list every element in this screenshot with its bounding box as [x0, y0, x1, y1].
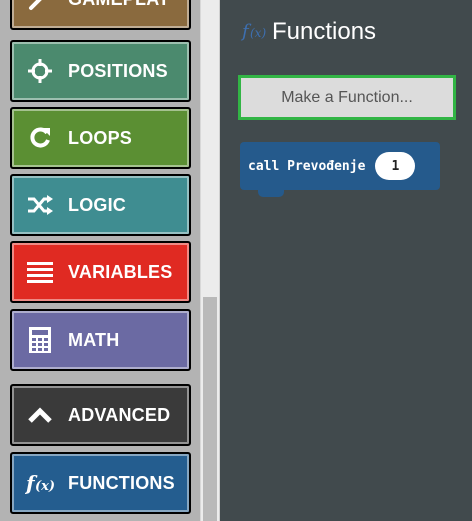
list-lines-icon — [12, 261, 68, 283]
category-sidebar: GAMEPLAY POSITIONS LOOPS — [0, 0, 200, 521]
shuffle-icon — [12, 193, 68, 217]
code-editor-toolbox: GAMEPLAY POSITIONS LOOPS — [0, 0, 472, 521]
category-label: LOOPS — [68, 127, 133, 148]
category-positions[interactable]: POSITIONS — [10, 40, 191, 102]
svg-text:(x): (x) — [35, 479, 55, 494]
category-label: ADVANCED — [68, 404, 171, 425]
flyout-title-text: Functions — [272, 18, 377, 45]
sidebar-scrollbar-thumb[interactable] — [203, 297, 217, 521]
block-connector-notch — [258, 189, 284, 197]
category-logic[interactable]: LOGIC — [10, 174, 191, 236]
call-block-text: call Prevođenje — [248, 158, 366, 174]
calculator-icon — [12, 326, 68, 354]
call-function-block[interactable]: call Prevođenje 1 — [240, 142, 440, 197]
function-icon: f (x) — [240, 17, 270, 47]
category-loops[interactable]: LOOPS — [10, 107, 191, 169]
category-variables[interactable]: VARIABLES — [10, 241, 191, 303]
wrench-icon — [12, 0, 68, 12]
category-label: VARIABLES — [68, 261, 173, 282]
make-function-button[interactable]: Make a Function... — [238, 75, 456, 120]
category-label: FUNCTIONS — [68, 472, 175, 493]
category-label: MATH — [68, 329, 120, 350]
svg-text:(x): (x) — [250, 26, 266, 40]
category-gameplay[interactable]: GAMEPLAY — [10, 0, 191, 30]
function-icon: f (x) — [12, 470, 68, 496]
category-functions[interactable]: f (x) FUNCTIONS — [10, 452, 191, 514]
crosshair-icon — [12, 58, 68, 84]
loop-arrow-icon — [12, 125, 68, 151]
category-advanced[interactable]: ADVANCED — [10, 384, 191, 446]
category-label: GAMEPLAY — [68, 0, 170, 10]
category-label: LOGIC — [68, 194, 126, 215]
chevron-up-icon — [12, 406, 68, 424]
category-math[interactable]: MATH — [10, 309, 191, 371]
flyout-title: f (x) Functions — [240, 16, 376, 48]
call-block-argument[interactable]: 1 — [375, 152, 416, 180]
category-label: POSITIONS — [68, 60, 168, 81]
